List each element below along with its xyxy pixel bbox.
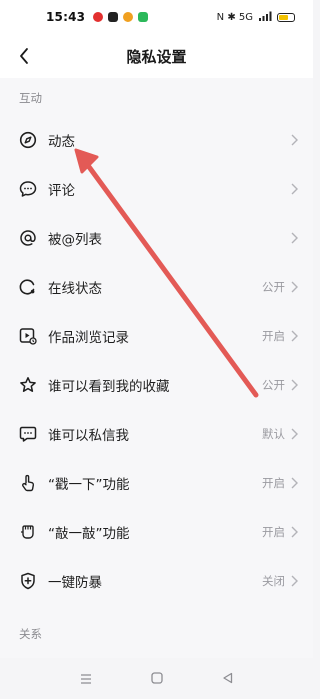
setting-row-online-status[interactable]: 在线状态 公开 xyxy=(0,262,313,311)
home-nav-button[interactable] xyxy=(151,669,163,688)
setting-label: 作品浏览记录 xyxy=(48,329,129,346)
setting-label: 评论 xyxy=(48,182,75,199)
back-button[interactable] xyxy=(12,44,36,68)
shield-plus-icon xyxy=(18,571,38,591)
system-nav-bar xyxy=(0,658,313,699)
setting-row-poke[interactable]: “戳一下”功能 开启 xyxy=(0,458,313,507)
menu-nav-button[interactable] xyxy=(80,669,92,688)
message-icon xyxy=(18,424,38,444)
setting-value: 开启 xyxy=(262,328,285,343)
weibo-notification-icon xyxy=(123,12,134,22)
view-history-icon xyxy=(18,326,38,346)
star-icon xyxy=(18,375,38,395)
setting-row-favorites-visibility[interactable]: 谁可以看到我的收藏 公开 xyxy=(0,360,313,409)
knock-icon xyxy=(18,522,38,542)
header: 隐私设置 xyxy=(0,34,313,78)
section-label-relations: 关系 xyxy=(19,627,42,641)
setting-row-anti-harassment[interactable]: 一键防暴 关闭 xyxy=(0,556,313,605)
chevron-right-icon xyxy=(289,182,299,196)
setting-value: 默认 xyxy=(262,426,285,441)
page-title: 隐私设置 xyxy=(126,47,187,66)
setting-row-direct-messages[interactable]: 谁可以私信我 默认 xyxy=(0,409,313,458)
setting-label: 动态 xyxy=(48,133,75,150)
setting-row-feed[interactable]: 动态 xyxy=(0,115,313,164)
comment-icon xyxy=(18,179,38,199)
compass-icon xyxy=(18,130,38,150)
status-bar: 15:43 N ✱ 5G xyxy=(0,0,313,34)
setting-label: 在线状态 xyxy=(48,280,102,297)
signal-icon xyxy=(258,11,272,24)
setting-row-comments[interactable]: 评论 xyxy=(0,164,313,213)
back-nav-button[interactable] xyxy=(222,669,233,688)
menu-icon xyxy=(80,674,91,684)
setting-label: 被@列表 xyxy=(48,231,102,248)
chevron-right-icon xyxy=(289,476,299,490)
setting-value: 公开 xyxy=(262,377,285,392)
app-notification-icon xyxy=(108,12,119,22)
setting-value: 公开 xyxy=(262,279,285,294)
setting-label: 谁可以看到我的收藏 xyxy=(48,378,170,395)
setting-label: “戳一下”功能 xyxy=(48,476,130,493)
section-label-interaction: 互动 xyxy=(19,91,42,105)
status-time: 15:43 xyxy=(46,10,86,24)
home-square-icon xyxy=(151,672,163,684)
setting-row-knock[interactable]: “敲一敲”功能 开启 xyxy=(0,507,313,556)
poke-icon xyxy=(18,473,38,493)
chevron-right-icon xyxy=(289,427,299,441)
setting-row-mentions[interactable]: 被@列表 xyxy=(0,213,313,262)
back-triangle-icon xyxy=(223,672,233,684)
setting-value: 开启 xyxy=(262,524,285,539)
app-notification-icon xyxy=(138,12,149,22)
app-notification-icon xyxy=(93,12,104,22)
at-icon xyxy=(18,228,38,248)
online-status-icon xyxy=(18,277,38,297)
chevron-right-icon xyxy=(289,231,299,245)
status-indicators: N ✱ 5G xyxy=(216,11,253,23)
setting-label: 谁可以私信我 xyxy=(48,427,129,444)
chevron-right-icon xyxy=(289,378,299,392)
chevron-right-icon xyxy=(289,329,299,343)
setting-row-view-history[interactable]: 作品浏览记录 开启 xyxy=(0,311,313,360)
setting-label: 一键防暴 xyxy=(48,574,102,591)
setting-label: “敲一敲”功能 xyxy=(48,525,130,542)
setting-value: 开启 xyxy=(262,475,285,490)
notification-icons xyxy=(93,12,149,22)
setting-value: 关闭 xyxy=(262,573,285,588)
settings-list: 互动 动态 评论 被@列表 在线状态 公开 作品浏览记录 开启 谁可以看到我的收… xyxy=(0,78,313,658)
chevron-right-icon xyxy=(289,574,299,588)
status-right: N ✱ 5G xyxy=(217,11,295,24)
chevron-right-icon xyxy=(289,280,299,294)
battery-icon xyxy=(277,12,295,22)
chevron-right-icon xyxy=(289,133,299,147)
back-arrow-icon xyxy=(20,48,28,64)
chevron-right-icon xyxy=(289,525,299,539)
